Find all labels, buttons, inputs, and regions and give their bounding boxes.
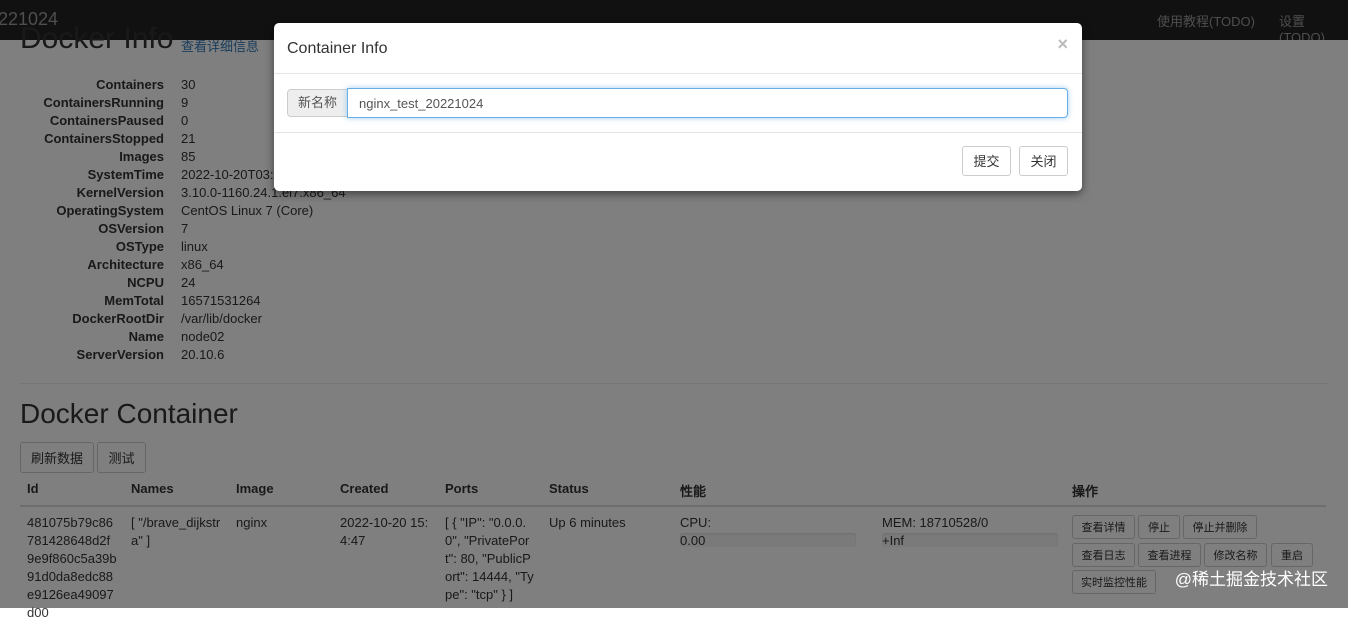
- watermark: @稀土掘金技术社区: [1174, 570, 1328, 589]
- container-info-modal: Container Info × 新名称 提交 关闭: [274, 23, 1082, 191]
- new-name-label: 新名称: [287, 89, 348, 117]
- submit-button[interactable]: 提交: [962, 146, 1011, 176]
- modal-footer-divider: [274, 132, 1082, 133]
- close-icon[interactable]: ×: [1057, 34, 1068, 55]
- new-name-input[interactable]: [347, 88, 1068, 118]
- modal-header-divider: [274, 73, 1082, 74]
- close-button[interactable]: 关闭: [1019, 146, 1068, 176]
- modal-title: Container Info: [287, 40, 388, 57]
